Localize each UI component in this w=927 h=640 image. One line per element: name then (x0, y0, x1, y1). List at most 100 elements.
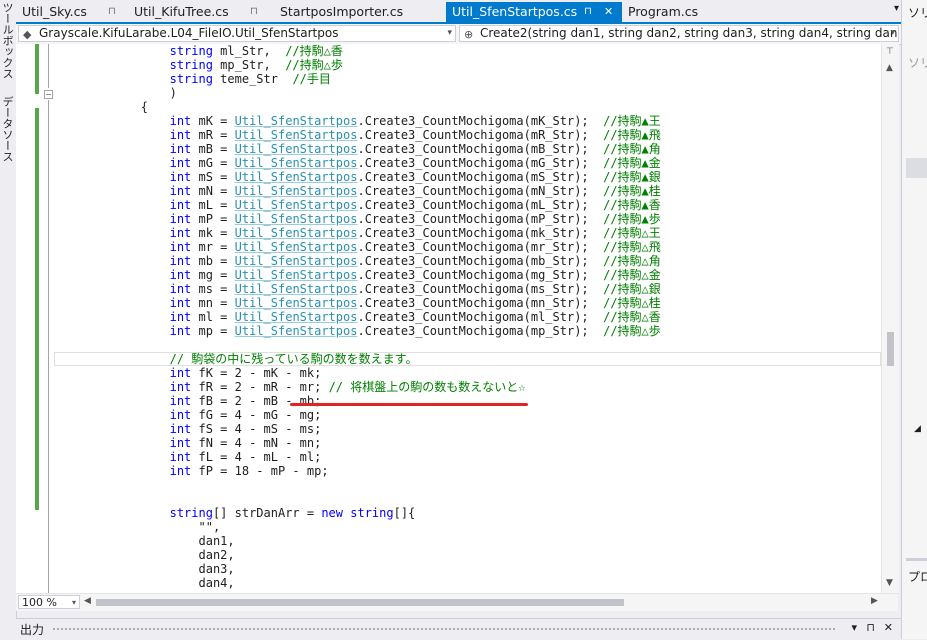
code-keyword: string (169, 72, 213, 86)
tab-util-sfenstartpos[interactable]: Util_SfenStartpos.cs ⊓ ✕ (446, 2, 622, 22)
code-line[interactable]: dan3, (54, 562, 234, 576)
output-panel-header: 出力 ▾ ⊓ ✕ (16, 618, 901, 640)
code-line[interactable]: int ms = Util_SfenStartpos.Create3_Count… (54, 282, 661, 296)
class-icon: ◆ (23, 28, 32, 41)
expand-arrow-icon[interactable]: ◢ (914, 424, 921, 434)
code-line[interactable]: dan2, (54, 548, 235, 562)
code-keyword: int (169, 408, 192, 422)
close-icon[interactable]: ✕ (604, 2, 613, 22)
scroll-up-icon[interactable]: ▲ (886, 63, 893, 73)
zoom-level-dropdown[interactable]: 100 % ▾ (18, 595, 80, 609)
tab-util-kifutree[interactable]: Util_KifuTree.cs ⊓ (128, 2, 268, 22)
code-token: mS = (191, 170, 235, 184)
code-keyword: int (169, 212, 192, 226)
code-token: fS = 4 - mS - ms; (191, 422, 322, 436)
code-comment: //持駒▲王 (603, 114, 661, 128)
code-token: mn = (191, 296, 235, 310)
scroll-thumb[interactable] (887, 332, 894, 366)
code-line[interactable]: int fL = 4 - mL - ml; (54, 450, 322, 464)
code-token: fK = 2 - mK - mk; (191, 366, 322, 380)
horizontal-scrollbar[interactable]: 100 % ▾ ◀ ▶ (16, 593, 898, 611)
code-line[interactable]: int ml = Util_SfenStartpos.Create3_Count… (54, 310, 661, 324)
code-comment: //持駒△香 (603, 310, 661, 324)
close-icon[interactable]: ✕ (884, 621, 893, 634)
code-editor[interactable]: − string ml_Str, //持駒△香 string mp_Str, /… (16, 44, 881, 593)
code-keyword: int (169, 436, 192, 450)
code-line[interactable]: int fP = 18 - mP - mp; (54, 464, 329, 478)
pin-icon[interactable]: ⊓ (250, 2, 258, 22)
code-line[interactable]: dan4, (54, 576, 234, 590)
code-token: mL = (191, 198, 235, 212)
split-handle-icon[interactable]: ⊤ (886, 47, 894, 57)
code-line[interactable]: int mB = Util_SfenStartpos.Create3_Count… (54, 142, 661, 156)
chevron-down-icon[interactable]: ▾ (851, 621, 857, 634)
indicator-margin[interactable] (16, 44, 34, 593)
code-line[interactable]: int fK = 2 - mK - mk; (54, 366, 322, 380)
tab-util-sky[interactable]: Util_Sky.cs ⊓ (16, 2, 126, 22)
code-line[interactable]: int mS = Util_SfenStartpos.Create3_Count… (54, 170, 661, 184)
code-line[interactable]: int fR = 2 - mR - mr; // 将棋盤上の駒の数も数えないと☆ (54, 380, 526, 394)
toolbox-tab[interactable]: ツールボックス (1, 2, 15, 79)
code-line[interactable]: int fB = 2 - mB - mb; (54, 394, 322, 408)
code-line[interactable]: int mR = Util_SfenStartpos.Create3_Count… (54, 128, 661, 142)
code-line[interactable]: int fG = 4 - mG - mg; (54, 408, 322, 422)
code-line[interactable]: int mn = Util_SfenStartpos.Create3_Count… (54, 296, 661, 310)
scroll-thumb[interactable] (96, 599, 624, 606)
code-token: .Create3_CountMochigoma(mk_Str); (357, 226, 604, 240)
code-token: .Create3_CountMochigoma(ms_Str); (357, 282, 604, 296)
scroll-right-icon[interactable]: ▶ (871, 596, 878, 606)
scroll-left-icon[interactable]: ◀ (84, 596, 91, 606)
code-line[interactable]: // 駒袋の中に残っている駒の数を数えます。 (54, 352, 418, 366)
code-type-name: Util_SfenStartpos (234, 324, 358, 338)
pin-icon[interactable]: ⊓ (108, 2, 116, 22)
selected-tree-item[interactable] (906, 158, 927, 178)
code-line[interactable]: string[] strDanArr = new string[]{ (54, 506, 416, 520)
code-line[interactable]: int fN = 4 - mN - mn; (54, 436, 322, 450)
code-line[interactable]: int mL = Util_SfenStartpos.Create3_Count… (54, 198, 661, 212)
code-line[interactable]: int mG = Util_SfenStartpos.Create3_Count… (54, 156, 661, 170)
code-line[interactable]: int mP = Util_SfenStartpos.Create3_Count… (54, 212, 661, 226)
tab-startpos-importer[interactable]: StartposImporter.cs (274, 2, 442, 22)
code-line[interactable]: ) (54, 86, 177, 100)
tab-program[interactable]: Program.cs (622, 2, 722, 22)
annotation-red-underline (290, 403, 528, 406)
code-line[interactable]: int mr = Util_SfenStartpos.Create3_Count… (54, 240, 661, 254)
code-line[interactable]: string mp_Str, //持駒△歩 (54, 58, 343, 72)
code-line[interactable]: int mb = Util_SfenStartpos.Create3_Count… (54, 254, 661, 268)
class-selector-dropdown[interactable]: ◆ Grayscale.KifuLarabe.L04_FileIO.Util_S… (18, 25, 456, 42)
pin-icon[interactable]: ⊓ (866, 621, 875, 634)
code-line[interactable]: string ml_Str, //持駒△香 (54, 44, 343, 58)
code-line[interactable]: int mK = Util_SfenStartpos.Create3_Count… (54, 114, 661, 128)
code-line[interactable]: int mp = Util_SfenStartpos.Create3_Count… (54, 324, 661, 338)
code-line[interactable]: string teme_Str //手目 (54, 72, 331, 86)
code-token: dan2, (54, 548, 235, 562)
tab-label: Util_KifuTree.cs (134, 4, 229, 19)
code-keyword: int (169, 170, 192, 184)
tab-overflow-dropdown-icon[interactable]: ▾ (894, 3, 899, 14)
pin-icon[interactable]: ⊓ (584, 2, 592, 22)
code-line[interactable]: int mk = Util_SfenStartpos.Create3_Count… (54, 226, 661, 240)
code-line[interactable]: int fS = 4 - mS - ms; (54, 422, 322, 436)
code-line[interactable]: { (54, 100, 148, 114)
search-solution-input[interactable]: ソリ (908, 54, 927, 71)
datasource-tab[interactable]: データソース (1, 96, 15, 162)
member-selector-dropdown[interactable]: ⊕ Create2(string dan1, string dan2, stri… (459, 25, 899, 42)
code-keyword: int (169, 114, 192, 128)
code-line[interactable]: int mN = Util_SfenStartpos.Create3_Count… (54, 184, 661, 198)
code-comment: //持駒▲角 (603, 142, 661, 156)
code-token: fP = 18 - mP - mp; (191, 464, 329, 478)
code-line[interactable]: "", (54, 520, 220, 534)
scroll-down-icon[interactable]: ▼ (886, 578, 893, 588)
vertical-scrollbar[interactable]: ⊤ ▲ ▼ (881, 44, 899, 593)
collapse-icon[interactable]: − (44, 90, 53, 99)
code-line[interactable]: int mg = Util_SfenStartpos.Create3_Count… (54, 268, 661, 282)
code-line[interactable]: dan1, (54, 534, 234, 548)
panel-grip[interactable] (52, 627, 837, 632)
member-selector-value: Create2(string dan1, string dan2, string… (480, 26, 899, 40)
panel-splitter[interactable] (906, 558, 927, 561)
